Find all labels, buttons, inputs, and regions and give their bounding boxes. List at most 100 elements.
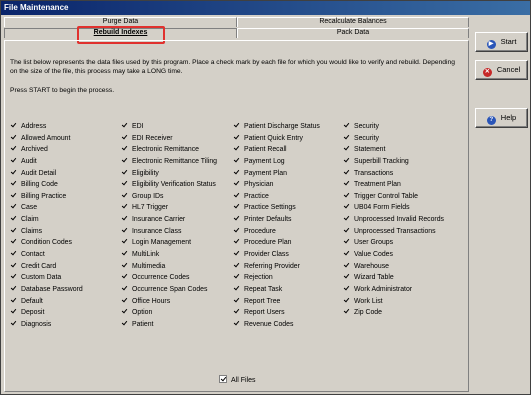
file-checkbox-item[interactable]: Database Password <box>10 284 83 296</box>
file-checkbox-item[interactable]: UB04 Form Fields <box>343 202 444 214</box>
file-checkbox-item[interactable]: Archived <box>10 144 83 156</box>
file-checkbox-item[interactable]: Rejection <box>233 272 320 284</box>
file-checkbox-item[interactable]: Procedure Plan <box>233 237 320 249</box>
file-checkbox-item[interactable]: Option <box>121 307 217 319</box>
file-checkbox-item[interactable]: EDI <box>121 121 217 133</box>
file-label: Eligibility Verification Status <box>132 181 216 189</box>
file-checkbox-item[interactable]: Revenue Codes <box>233 319 320 331</box>
help-button[interactable]: ? Help <box>475 108 528 128</box>
file-label: Archived <box>21 146 48 154</box>
file-checkbox-item[interactable]: Address <box>10 121 83 133</box>
file-checkbox-item[interactable]: Report Users <box>233 307 320 319</box>
file-checkbox-item[interactable]: EDI Receiver <box>121 133 217 145</box>
file-checkbox-item[interactable]: Treatment Plan <box>343 179 444 191</box>
file-checkbox-item[interactable]: Custom Data <box>10 272 83 284</box>
file-checkbox-item[interactable]: Diagnosis <box>10 319 83 331</box>
file-label: Deposit <box>21 309 45 317</box>
file-checkbox-item[interactable]: Billing Code <box>10 179 83 191</box>
start-icon: ▶ <box>486 40 496 49</box>
file-checkbox-item[interactable]: Unprocessed Invalid Records <box>343 214 444 226</box>
file-checkbox-item[interactable]: Report Tree <box>233 296 320 308</box>
file-label: Report Tree <box>244 297 281 305</box>
file-checkbox-item[interactable]: Billing Practice <box>10 191 83 203</box>
file-checkbox-item[interactable]: Insurance Class <box>121 226 217 238</box>
checkbox-check-icon <box>10 192 17 199</box>
help-label: Help <box>500 113 517 122</box>
tab-label: Pack Data <box>336 29 370 36</box>
tab-rebuild-indexes[interactable]: Rebuild Indexes <box>4 28 237 38</box>
file-checkbox-item[interactable]: Default <box>10 296 83 308</box>
file-checkbox-item[interactable]: Condition Codes <box>10 237 83 249</box>
checkbox-check-icon <box>10 297 17 304</box>
file-checkbox-item[interactable]: Multimedia <box>121 261 217 273</box>
file-checkbox-item[interactable]: Transactions <box>343 168 444 180</box>
file-label: Wizard Table <box>354 274 394 282</box>
file-checkbox-item[interactable]: Patient Recall <box>233 144 320 156</box>
tab-purge-data[interactable]: Purge Data <box>4 17 237 27</box>
file-checkbox-item[interactable]: Payment Plan <box>233 168 320 180</box>
checkbox-check-icon <box>233 238 240 245</box>
file-checkbox-item[interactable]: Patient Quick Entry <box>233 133 320 145</box>
file-checkbox-item[interactable]: Allowed Amount <box>10 133 83 145</box>
file-checkbox-item[interactable]: Deposit <box>10 307 83 319</box>
file-checkbox-item[interactable]: Electronic Remittance <box>121 144 217 156</box>
cancel-icon: ✕ <box>482 68 492 77</box>
file-checkbox-item[interactable]: Practice <box>233 191 320 203</box>
tab-label: Rebuild Indexes <box>93 29 148 36</box>
file-label: Billing Code <box>21 181 58 189</box>
file-checkbox-item[interactable]: Office Hours <box>121 296 217 308</box>
file-checkbox-item[interactable]: Superbill Tracking <box>343 156 444 168</box>
file-checkbox-item[interactable]: Credit Card <box>10 261 83 273</box>
file-label: Claim <box>21 216 39 224</box>
file-checkbox-item[interactable]: User Groups <box>343 237 444 249</box>
file-checkbox-item[interactable]: Provider Class <box>233 249 320 261</box>
checkbox-check-icon <box>10 250 17 257</box>
file-checkbox-item[interactable]: Login Management <box>121 237 217 249</box>
all-files-checkbox[interactable]: All Files <box>219 375 256 384</box>
file-checkbox-item[interactable]: Security <box>343 121 444 133</box>
file-checkbox-item[interactable]: Value Codes <box>343 249 444 261</box>
file-checkbox-item[interactable]: Occurrence Span Codes <box>121 284 217 296</box>
tab-pack-data[interactable]: Pack Data <box>237 28 469 38</box>
file-checkbox-item[interactable]: Security <box>343 133 444 145</box>
file-checkbox-item[interactable]: Trigger Control Table <box>343 191 444 203</box>
file-checkbox-item[interactable]: Practice Settings <box>233 202 320 214</box>
file-checkbox-item[interactable]: Payment Log <box>233 156 320 168</box>
start-button[interactable]: ▶ Start <box>475 32 528 52</box>
file-checkbox-item[interactable]: Work List <box>343 296 444 308</box>
file-checkbox-item[interactable]: Eligibility Verification Status <box>121 179 217 191</box>
file-checkbox-item[interactable]: Claims <box>10 226 83 238</box>
file-checkbox-item[interactable]: Wizard Table <box>343 272 444 284</box>
file-checkbox-item[interactable]: Electronic Remittance Tiling <box>121 156 217 168</box>
tab-recalculate-balances[interactable]: Recalculate Balances <box>237 17 469 27</box>
checkbox-check-icon <box>233 273 240 280</box>
file-checkbox-item[interactable]: Statement <box>343 144 444 156</box>
checkbox-check-icon <box>343 285 350 292</box>
file-checkbox-item[interactable]: Audit <box>10 156 83 168</box>
file-checkbox-item[interactable]: Insurance Carrier <box>121 214 217 226</box>
file-checkbox-item[interactable]: Occurrence Codes <box>121 272 217 284</box>
checkbox-check-icon <box>121 250 128 257</box>
file-checkbox-item[interactable]: Eligibility <box>121 168 217 180</box>
file-checkbox-item[interactable]: Case <box>10 202 83 214</box>
file-checkbox-item[interactable]: Patient <box>121 319 217 331</box>
file-checkbox-item[interactable]: Printer Defaults <box>233 214 320 226</box>
file-label: Address <box>21 123 47 130</box>
file-checkbox-item[interactable]: HL7 Trigger <box>121 202 217 214</box>
file-checkbox-item[interactable]: Zip Code <box>343 307 444 319</box>
checkbox-check-icon <box>343 169 350 176</box>
file-checkbox-item[interactable]: Work Administrator <box>343 284 444 296</box>
file-checkbox-item[interactable]: Warehouse <box>343 261 444 273</box>
file-checkbox-item[interactable]: Unprocessed Transactions <box>343 226 444 238</box>
file-checkbox-item[interactable]: Claim <box>10 214 83 226</box>
file-checkbox-item[interactable]: Group IDs <box>121 191 217 203</box>
file-checkbox-item[interactable]: Patient Discharge Status <box>233 121 320 133</box>
file-checkbox-item[interactable]: Referring Provider <box>233 261 320 273</box>
file-checkbox-item[interactable]: Repeat Task <box>233 284 320 296</box>
file-checkbox-item[interactable]: Audit Detail <box>10 168 83 180</box>
file-checkbox-item[interactable]: Contact <box>10 249 83 261</box>
file-checkbox-item[interactable]: Physician <box>233 179 320 191</box>
cancel-button[interactable]: ✕ Cancel <box>475 60 528 80</box>
file-checkbox-item[interactable]: MultiLink <box>121 249 217 261</box>
file-checkbox-item[interactable]: Procedure <box>233 226 320 238</box>
